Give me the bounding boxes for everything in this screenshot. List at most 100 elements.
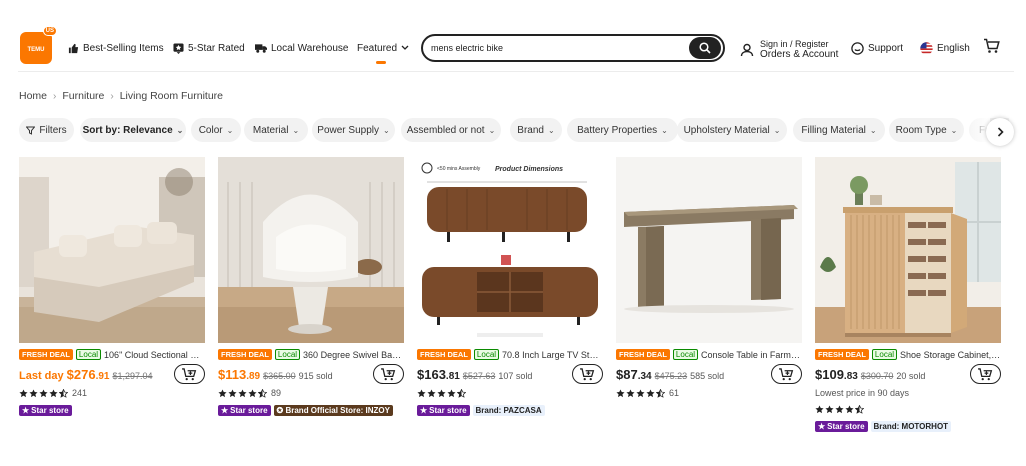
star-icon — [248, 389, 257, 398]
product-title[interactable]: 70.8 Inch Large TV Stand — [502, 350, 603, 360]
add-to-cart-button[interactable] — [970, 364, 1001, 384]
product-image-sectional-couch[interactable] — [19, 157, 205, 343]
nav-featured[interactable]: Featured — [357, 41, 409, 55]
product-title-row: FRESH DEAL Local 360 Degree Swivel Barre… — [218, 348, 404, 361]
nav-local-warehouse[interactable]: Local Warehouse — [255, 41, 348, 55]
star-store-icon: ★ — [818, 421, 826, 431]
review-count: 241 — [72, 388, 88, 398]
chevron-right-icon — [997, 127, 1004, 137]
language-selector[interactable]: English — [920, 41, 970, 55]
breadcrumb-home[interactable]: Home — [19, 90, 47, 102]
star-store-badge: ★ Star store — [417, 404, 470, 416]
store-badges: ★ Star store ✪ Brand Official Store: INZO… — [218, 404, 393, 416]
nav-best-selling[interactable]: Best-Selling Items — [68, 41, 164, 55]
filter-battery[interactable]: Battery Properties ⌄ — [567, 118, 678, 142]
product-price: $113.89 — [218, 367, 260, 382]
filter-power-supply[interactable]: Power Supply ⌄ — [312, 118, 395, 142]
star-icon — [626, 389, 635, 398]
product-price: $87.34 — [616, 367, 652, 382]
breadcrumb-living-room: Living Room Furniture — [119, 90, 224, 102]
top-header: US TEMU Best-Selling Items 5-Star Rated … — [0, 0, 1026, 72]
product-title-row: FRESH DEAL Local Console Table in Farmho… — [616, 348, 802, 361]
star-icon — [238, 389, 247, 398]
half-star-icon — [59, 389, 68, 398]
filters-label: Filters — [39, 124, 67, 136]
store-badges: ★ Star store — [19, 404, 72, 416]
sign-in-label: Sign in / Register — [760, 38, 829, 49]
header-divider — [18, 71, 1014, 72]
filter-chip-row: Filters Sort by: Relevance ⌄ Color ⌄ Mater… — [19, 118, 1009, 144]
chevron-down-icon: ⌄ — [383, 125, 390, 135]
product-image-swivel-chair[interactable] — [218, 157, 404, 343]
brand-badge[interactable]: Brand: PAZCASA — [472, 404, 545, 416]
price-main: $109 — [815, 367, 844, 382]
official-store-badge[interactable]: ✪ Brand Official Store: INZOY — [273, 404, 393, 416]
cart-plus-icon — [380, 368, 397, 381]
price-main: $113 — [218, 367, 247, 382]
cart-plus-icon — [778, 368, 795, 381]
add-to-cart-button[interactable] — [373, 364, 404, 384]
sold-count: 107 sold — [498, 371, 533, 381]
cart-plus-icon — [977, 368, 994, 381]
chevron-right-icon: › — [110, 90, 114, 102]
filter-brand[interactable]: Brand ⌄ — [510, 118, 562, 142]
sold-count: 915 sold — [298, 371, 333, 381]
search-input[interactable] — [431, 41, 681, 55]
product-title[interactable]: 106" Cloud Sectional Couch — [104, 350, 205, 360]
product-title[interactable]: Console Table in Farmhouse Style — [701, 350, 802, 360]
original-price: $365.00 — [263, 371, 296, 381]
star-icon — [39, 389, 48, 398]
star-icon — [447, 389, 456, 398]
star-store-icon: ★ — [22, 405, 30, 415]
filter-material[interactable]: Material ⌄ — [244, 118, 308, 142]
temu-logo[interactable]: US TEMU — [20, 26, 57, 64]
price-cents: .81 — [445, 371, 460, 382]
star-box-icon — [173, 42, 184, 54]
product-image-tv-stand[interactable]: <50 mins Assembly Product Dimensions — [417, 157, 603, 343]
cart-button[interactable] — [983, 38, 1000, 53]
add-to-cart-button[interactable] — [174, 364, 205, 384]
product-title[interactable]: 360 Degree Swivel Barrel Chair — [303, 350, 404, 360]
add-to-cart-button[interactable] — [771, 364, 802, 384]
half-star-icon — [855, 405, 864, 414]
original-price: $300.70 — [860, 371, 894, 381]
star-icon — [29, 389, 38, 398]
truck-icon — [255, 43, 267, 53]
product-title[interactable]: Shoe Storage Cabinet, ... — [900, 350, 1001, 360]
rating-stars — [417, 387, 466, 399]
account-menu[interactable]: Sign in / Register Orders & Account — [740, 38, 838, 62]
fresh-deal-badge: FRESH DEAL — [616, 349, 670, 360]
chevron-right-icon: › — [53, 90, 57, 102]
filter-upholstery[interactable]: Upholstery Material ⌄ — [677, 118, 787, 142]
search-button[interactable] — [689, 37, 721, 59]
filter-color[interactable]: Color ⌄ — [191, 118, 241, 142]
filters-button[interactable]: Filters — [19, 118, 74, 142]
product-image-shoe-cabinet[interactable] — [815, 157, 1001, 343]
star-store-label: Star store — [230, 405, 268, 415]
filter-room-type[interactable]: Room Type ⌄ — [889, 118, 964, 142]
chips-scroll-right-button[interactable] — [986, 118, 1014, 146]
breadcrumb-furniture[interactable]: Furniture — [62, 90, 104, 102]
star-store-badge: ★ Star store — [815, 420, 868, 432]
nav-five-star[interactable]: 5-Star Rated — [173, 41, 245, 55]
sort-label: Sort by: Relevance — [82, 124, 173, 136]
local-badge: Local — [871, 349, 898, 360]
product-image-console-table[interactable] — [616, 157, 802, 343]
chevron-down-icon: ⌄ — [773, 125, 781, 135]
sort-dropdown[interactable]: Sort by: Relevance ⌄ — [80, 118, 186, 142]
breadcrumb: Home › Furniture › Living Room Furniture — [19, 90, 223, 102]
add-to-cart-button[interactable] — [572, 364, 603, 384]
original-price: $1,297.04 — [112, 371, 153, 381]
us-flag-icon — [920, 41, 933, 55]
filter-filling[interactable]: Filling Material ⌄ — [793, 118, 885, 142]
brand-badge[interactable]: Brand: MOTORHOT — [870, 420, 952, 432]
fresh-deal-badge: FRESH DEAL — [417, 349, 471, 360]
search-bar[interactable] — [421, 34, 725, 62]
filter-assembled[interactable]: Assembled or not ⌄ — [401, 118, 501, 142]
fresh-deal-badge: FRESH DEAL — [218, 349, 272, 360]
price-cents: .83 — [843, 371, 858, 382]
original-price: $475.23 — [654, 371, 688, 381]
support-link[interactable]: Support — [851, 41, 903, 55]
rating-stars: 61 — [616, 387, 679, 399]
cart-icon — [984, 38, 1000, 53]
